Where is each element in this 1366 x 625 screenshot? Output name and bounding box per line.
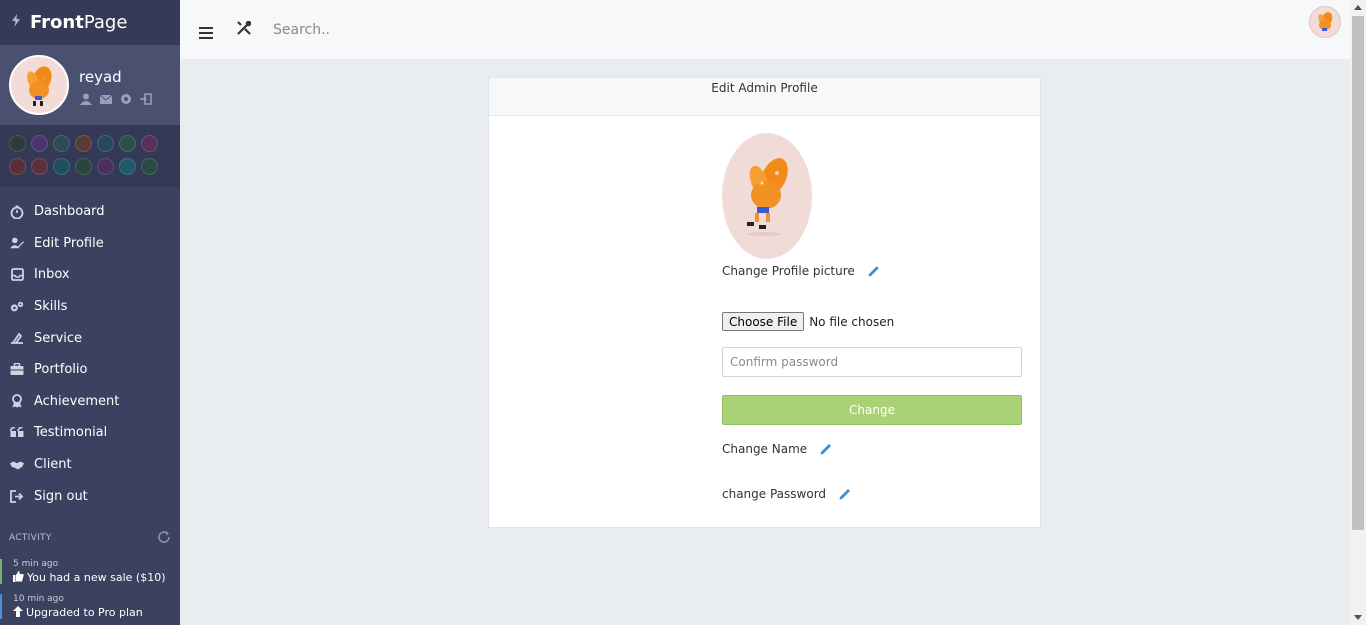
sidebar-item-label: Client	[34, 457, 72, 473]
change-picture-row: Change Profile picture	[722, 264, 881, 278]
file-status: No file chosen	[809, 314, 895, 329]
profile-picture	[722, 133, 812, 259]
theme-swatch[interactable]	[31, 135, 48, 152]
change-password-label: change Password	[722, 487, 827, 501]
activity-message: Upgraded to Pro plan	[26, 605, 143, 619]
change-password-row: change Password	[722, 487, 852, 501]
brand[interactable]: FrontPage	[0, 0, 180, 45]
sidebar-item-label: Testimonial	[34, 425, 108, 441]
change-name-label: Change Name	[722, 442, 808, 456]
theme-swatch[interactable]	[9, 135, 26, 152]
avatar[interactable]	[9, 55, 69, 115]
theme-swatch[interactable]	[141, 135, 158, 152]
sidebar-item-achievement[interactable]: Achievement	[0, 386, 180, 418]
sidebar-item-label: Skills	[34, 299, 68, 315]
sidebar-item-client[interactable]: Client	[0, 449, 180, 481]
pencil-icon[interactable]	[838, 487, 852, 501]
handshake-icon	[10, 458, 24, 472]
avatar[interactable]	[1309, 6, 1341, 38]
inbox-icon	[10, 268, 24, 282]
pencil-icon[interactable]	[819, 442, 833, 456]
sidebar-item-sign-out[interactable]: Sign out	[0, 480, 180, 512]
activity-time: 10 min ago	[13, 593, 64, 604]
tools-icon[interactable]	[237, 20, 252, 40]
theme-swatch[interactable]	[97, 158, 114, 175]
hamburger-menu-icon[interactable]	[199, 26, 213, 39]
scroll-up-arrow-icon[interactable]	[1354, 5, 1362, 10]
user-name: reyad	[79, 68, 122, 86]
arrow-up-icon	[13, 605, 26, 619]
sidebar-nav: Dashboard Edit Profile Inbox Skills Serv…	[0, 187, 180, 512]
sidebar-item-inbox[interactable]: Inbox	[0, 259, 180, 291]
activity-item[interactable]: 5 min ago You had a new sale ($10)	[0, 558, 180, 584]
user-edit-icon	[10, 236, 24, 250]
mail-icon[interactable]	[99, 90, 113, 104]
sidebar-item-label: Inbox	[34, 267, 70, 283]
scroll-down-arrow-icon[interactable]	[1354, 615, 1362, 620]
file-upload: Choose File No file chosen	[722, 312, 894, 331]
sidebar-item-portfolio[interactable]: Portfolio	[0, 354, 180, 386]
sign-in-icon[interactable]	[139, 90, 153, 105]
brand-name: FrontPage	[30, 12, 128, 33]
sidebar-item-dashboard[interactable]: Dashboard	[0, 196, 180, 228]
card-title: Edit Admin Profile	[489, 78, 1040, 116]
service-icon	[10, 331, 24, 345]
user-icon[interactable]	[79, 90, 93, 105]
sidebar-item-label: Portfolio	[34, 362, 88, 378]
sidebar-item-skills[interactable]: Skills	[0, 291, 180, 323]
award-icon	[10, 394, 24, 408]
bolt-icon	[12, 14, 20, 31]
sidebar-item-label: Service	[34, 330, 83, 346]
theme-swatch[interactable]	[53, 158, 70, 175]
activity-message: You had a new sale ($10)	[27, 570, 166, 584]
theme-swatch[interactable]	[119, 135, 136, 152]
theme-swatch[interactable]	[53, 135, 70, 152]
gear-icon[interactable]	[119, 90, 133, 104]
activity-heading: ACTIVITY	[9, 533, 52, 544]
change-button[interactable]: Change	[722, 395, 1022, 425]
activity-item[interactable]: 10 min ago Upgraded to Pro plan	[0, 593, 180, 619]
sidebar-item-edit-profile[interactable]: Edit Profile	[0, 228, 180, 260]
change-name-row: Change Name	[722, 442, 833, 456]
sidebar-item-service[interactable]: Service	[0, 322, 180, 354]
change-picture-label: Change Profile picture	[722, 264, 855, 278]
edit-profile-card: Edit Admin Profile Change Profile pictur…	[488, 77, 1041, 528]
choose-file-button[interactable]: Choose File	[722, 312, 805, 331]
thumbs-up-icon	[13, 570, 27, 584]
theme-swatch[interactable]	[31, 158, 48, 175]
theme-swatch[interactable]	[9, 158, 26, 175]
theme-swatch[interactable]	[97, 135, 114, 152]
scrollbar[interactable]	[1350, 0, 1366, 625]
quote-icon	[10, 426, 24, 440]
briefcase-icon	[10, 363, 24, 377]
sidebar-item-label: Achievement	[34, 393, 120, 409]
sidebar-item-label: Sign out	[34, 488, 88, 504]
sign-out-icon	[10, 489, 24, 503]
sidebar-item-label: Dashboard	[34, 204, 105, 220]
refresh-icon[interactable]	[157, 529, 171, 548]
scrollbar-thumb[interactable]	[1352, 16, 1364, 530]
search-input[interactable]	[273, 21, 673, 38]
activity-time: 5 min ago	[13, 558, 59, 569]
timer-icon	[10, 205, 24, 219]
sidebar-profile: reyad	[0, 45, 180, 125]
sidebar-item-testimonial[interactable]: Testimonial	[0, 417, 180, 449]
theme-swatch[interactable]	[119, 158, 136, 175]
theme-swatch[interactable]	[141, 158, 158, 175]
confirm-password-input[interactable]	[722, 347, 1022, 377]
pencil-icon[interactable]	[867, 264, 881, 278]
theme-swatch[interactable]	[75, 158, 92, 175]
topbar	[180, 0, 1350, 59]
sidebar: FrontPage reyad Dashboard Edit Profile I…	[0, 0, 180, 625]
theme-swatch[interactable]	[75, 135, 92, 152]
sidebar-item-label: Edit Profile	[34, 235, 104, 251]
gears-icon	[10, 300, 24, 314]
theme-swatches	[0, 125, 180, 187]
